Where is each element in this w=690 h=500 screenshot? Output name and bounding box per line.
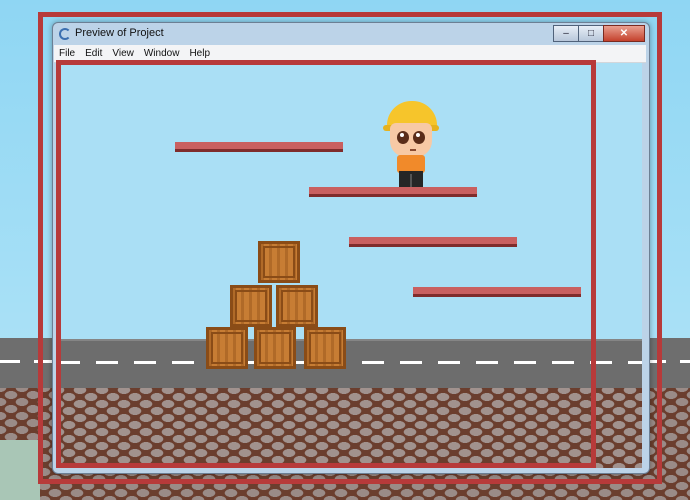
background-building [0,440,40,500]
selection-outline-inner [56,60,596,468]
